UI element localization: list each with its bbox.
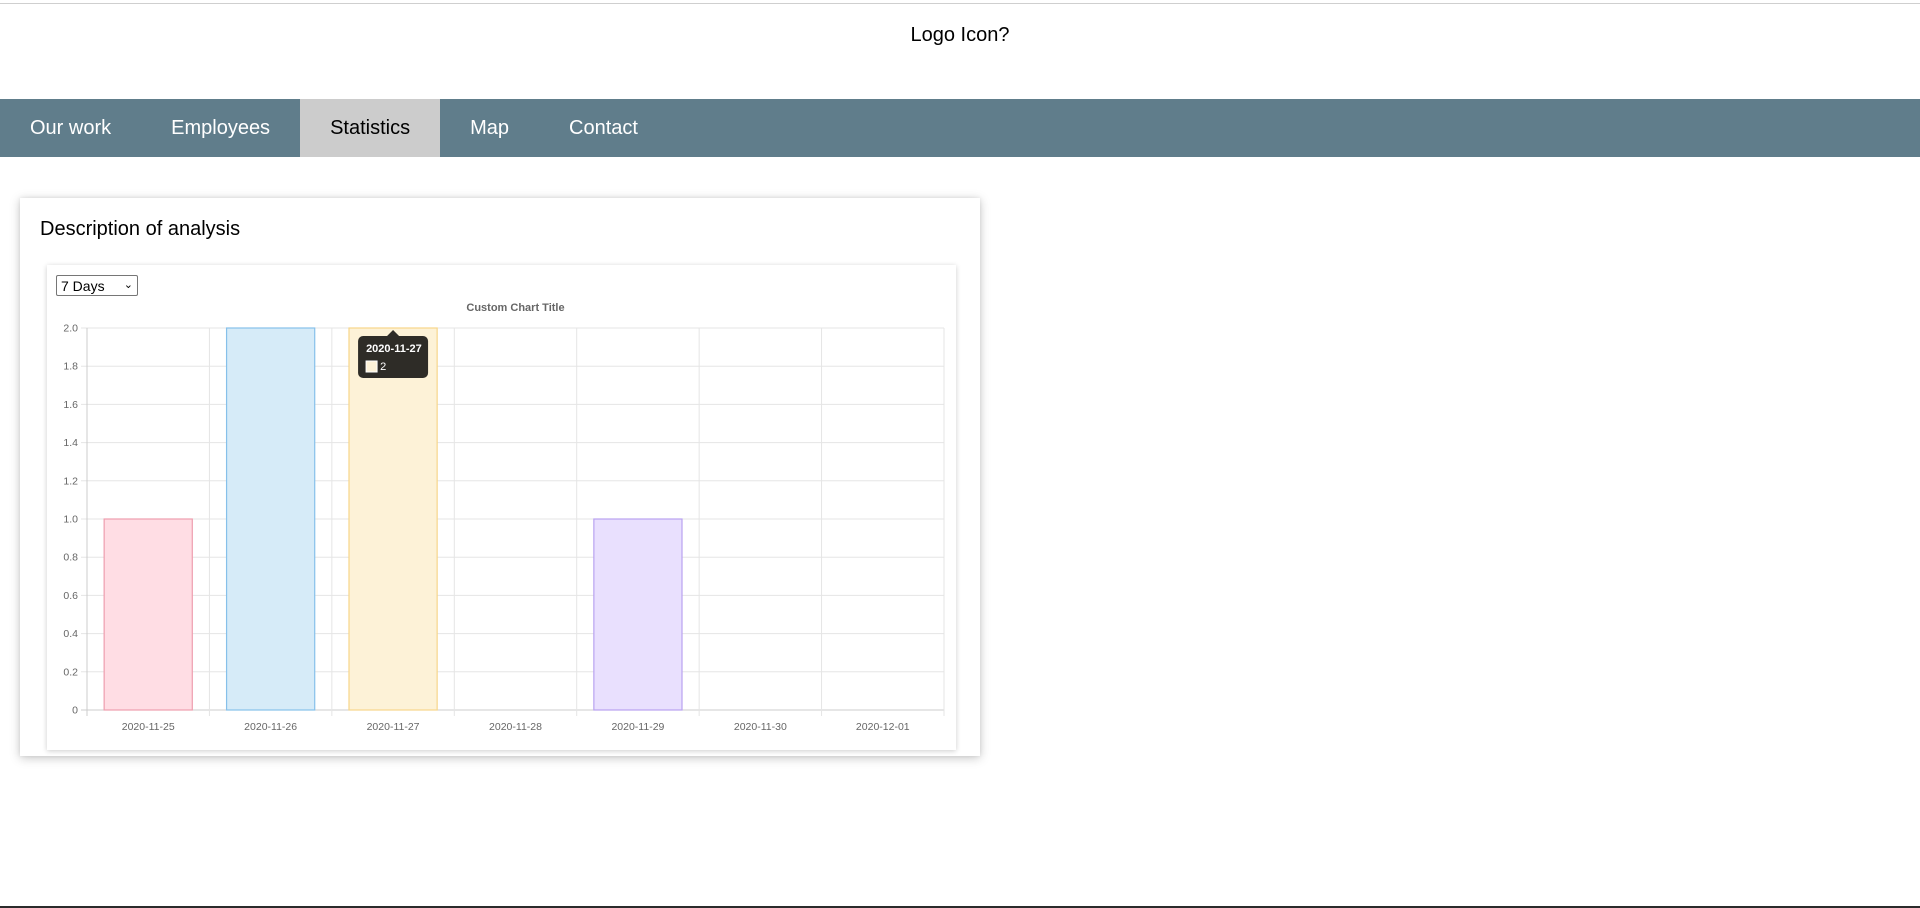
bar-2020-11-25 xyxy=(103,518,193,711)
tooltip-value: 2 xyxy=(380,361,386,373)
tooltip-title: 2020-11-27 xyxy=(366,343,422,355)
bar-2020-11-26 xyxy=(225,327,316,711)
chart-container: Custom Chart Title 2.0 1.8 1.6 1.4 1.2 1.0 0.8 0… xyxy=(47,265,956,750)
top-border xyxy=(0,0,1920,4)
bar-2020-11-29 xyxy=(593,518,683,711)
y-tick-label: 0.4 xyxy=(63,628,78,640)
logo-text: Logo Icon? xyxy=(910,24,1010,46)
y-tick-label: 1.8 xyxy=(63,361,78,373)
main-navbar: Our work Employees Statistics Map Contac… xyxy=(0,99,1920,157)
x-tick-label: 2020-11-30 xyxy=(734,721,787,733)
analysis-card: Description of analysis Custom Chart Tit… xyxy=(20,198,980,756)
card-title: Description of analysis xyxy=(40,218,241,240)
chevron-down-icon: ⌄ xyxy=(123,279,133,291)
y-tick-label: 0.2 xyxy=(63,666,78,678)
bar-chart: Custom Chart Title 2.0 1.8 1.6 1.4 1.2 1.0 0.8 0… xyxy=(63,302,945,733)
y-tick-label: 0 xyxy=(72,705,78,717)
y-tick-label: 0.6 xyxy=(63,590,78,602)
x-tick-label: 2020-11-27 xyxy=(367,721,420,733)
y-tick-label: 1.2 xyxy=(63,475,78,487)
nav-item-our-work[interactable]: Our work xyxy=(0,99,141,157)
range-select[interactable]: 7 Days ⌄ xyxy=(56,275,138,296)
x-tick-label: 2020-11-26 xyxy=(244,721,297,733)
y-tick-label: 0.8 xyxy=(63,552,78,564)
x-tick-label: 2020-11-28 xyxy=(489,721,542,733)
nav-item-contact[interactable]: Contact xyxy=(539,99,668,157)
chart-tooltip: 2020-11-27 2 xyxy=(358,330,429,378)
bar-2020-11-27 xyxy=(348,327,438,711)
x-tick-label: 2020-12-01 xyxy=(856,721,910,733)
x-tick-label: 2020-11-29 xyxy=(611,721,664,733)
y-tick-label: 1.4 xyxy=(63,437,78,449)
x-tick-label: 2020-11-25 xyxy=(122,721,175,733)
nav-item-employees[interactable]: Employees xyxy=(141,99,300,157)
y-tick-label: 1.6 xyxy=(63,399,78,411)
y-tick-label: 2.0 xyxy=(63,323,78,335)
nav-item-statistics[interactable]: Statistics xyxy=(300,99,441,157)
y-tick-label: 1.0 xyxy=(63,514,78,526)
tooltip-swatch xyxy=(365,360,378,373)
range-select-value: 7 Days xyxy=(61,277,105,294)
nav-item-map[interactable]: Map xyxy=(440,99,539,157)
chart-title: Custom Chart Title xyxy=(466,302,564,314)
